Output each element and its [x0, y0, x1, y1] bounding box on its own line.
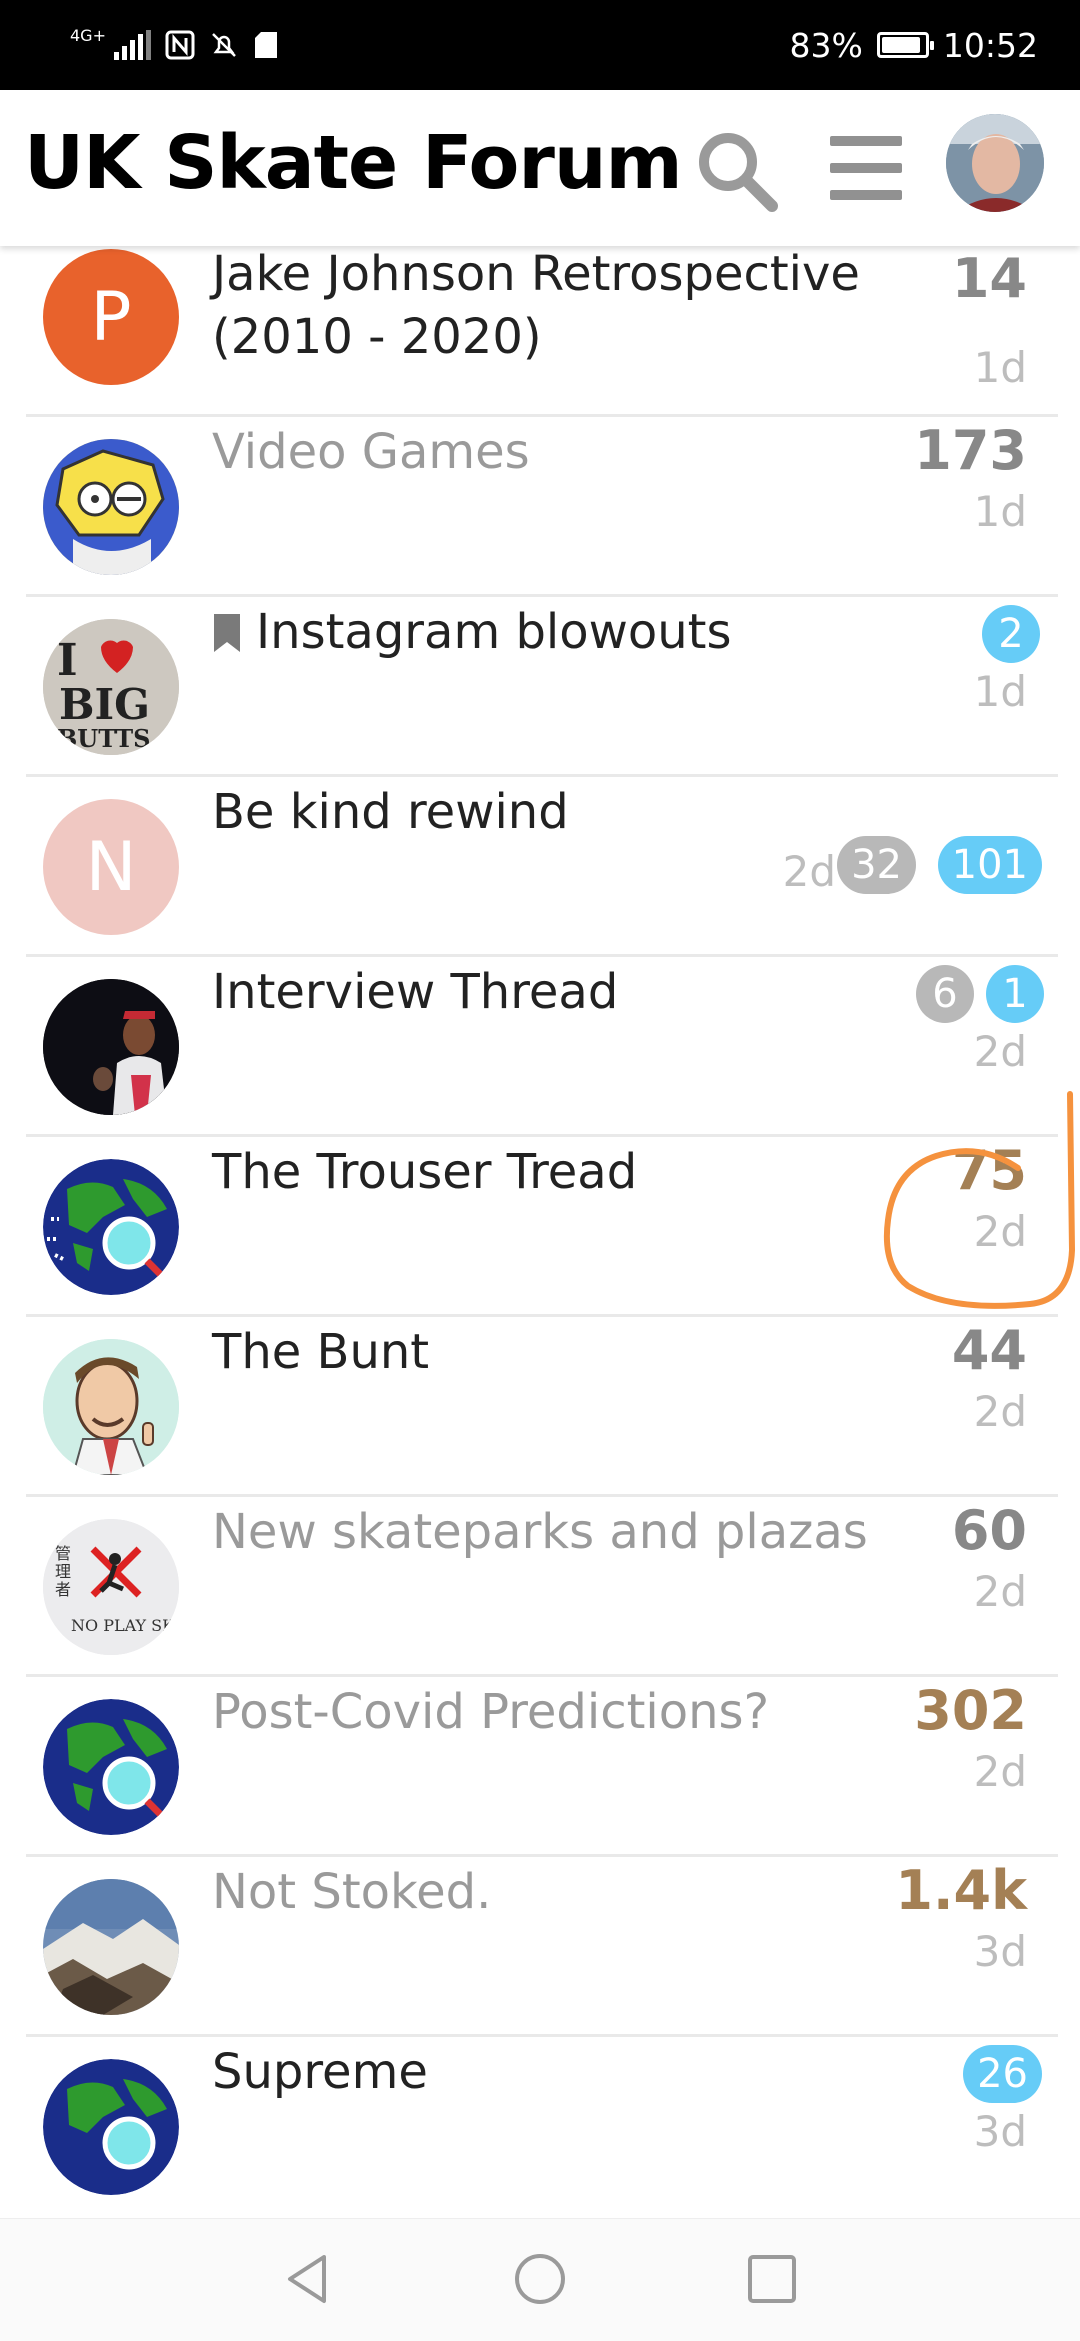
activity-time: 1d — [973, 667, 1027, 716]
topic-title[interactable]: Not Stoked. — [212, 1861, 892, 1924]
avatar-letter: P — [90, 277, 132, 357]
simpsons-avatar-image — [43, 439, 179, 575]
svg-text:者: 者 — [55, 1580, 71, 1599]
topic-row[interactable]: The Trouser Tread 75 2d — [0, 1137, 1080, 1317]
no-skateboard-sign-avatar-image: 管 理 者 NO PLAY SKATEBOARD — [43, 1519, 179, 1655]
globe-avatar-image — [43, 1159, 179, 1295]
activity-time: 2d — [973, 1747, 1027, 1796]
new-posts-badge[interactable]: 2 — [982, 605, 1040, 663]
recents-icon[interactable] — [742, 2249, 802, 2309]
user-avatar-image — [946, 114, 1044, 212]
battery-percent: 83% — [789, 25, 863, 65]
clock: 10:52 — [942, 25, 1038, 65]
topic-row[interactable]: Supreme 26 3d — [0, 2037, 1080, 2217]
interview-avatar-image — [43, 979, 179, 1115]
activity-time: 1d — [973, 343, 1027, 392]
back-icon[interactable] — [278, 2249, 338, 2309]
topic-title[interactable]: The Trouser Tread — [212, 1141, 892, 1204]
hamburger-menu-icon[interactable] — [826, 130, 906, 210]
reply-count[interactable]: 44 — [952, 1319, 1027, 1382]
activity-time: 3d — [973, 2107, 1027, 2156]
bookmark-icon — [214, 614, 240, 652]
topic-row[interactable]: Video Games 173 1d — [0, 417, 1080, 597]
topic-row[interactable]: Not Stoked. 1.4k 3d — [0, 1857, 1080, 2037]
battery-icon — [876, 32, 934, 58]
topic-row[interactable]: The Bunt 44 2d — [0, 1317, 1080, 1497]
topic-row[interactable]: Interview Thread 6 1 2d — [0, 957, 1080, 1137]
unread-posts-badge[interactable]: 32 — [837, 836, 916, 894]
svg-text:I: I — [57, 635, 78, 686]
activity-time: 3d — [973, 1927, 1027, 1976]
reply-count[interactable]: 14 — [952, 247, 1027, 310]
activity-time: 2d — [973, 1567, 1027, 1616]
topic-title[interactable]: The Bunt — [212, 1321, 892, 1384]
nfc-icon — [165, 30, 195, 60]
topic-avatar[interactable] — [43, 1339, 179, 1475]
reply-count[interactable]: 60 — [952, 1499, 1027, 1562]
avatar-letter: N — [85, 827, 137, 907]
topic-avatar[interactable] — [43, 2059, 179, 2195]
topic-row[interactable]: P Jake Johnson Retrospective (2010 - 202… — [0, 246, 1080, 417]
search-icon[interactable] — [692, 126, 782, 216]
topic-avatar[interactable] — [43, 439, 179, 575]
svg-text:BIG: BIG — [59, 680, 150, 729]
topic-avatar[interactable] — [43, 979, 179, 1115]
i-love-big-butts-avatar-image: I BIG BUTTS — [43, 619, 179, 755]
topic-title[interactable]: Supreme — [212, 2041, 892, 2104]
status-bar: 4G+ 83% 10:52 — [0, 0, 1080, 90]
topic-title: Instagram blowouts — [256, 604, 732, 660]
network-type: 4G+ — [70, 26, 106, 45]
mountain-photo-avatar-image — [43, 1879, 179, 2015]
topic-row[interactable]: I BIG BUTTS Instagram blowouts 2 1d — [0, 597, 1080, 777]
topic-avatar[interactable]: P — [43, 249, 179, 385]
globe-avatar-image — [43, 2059, 179, 2195]
topic-avatar[interactable]: I BIG BUTTS — [43, 619, 179, 755]
activity-time: 1d — [973, 487, 1027, 536]
svg-text:管: 管 — [55, 1544, 71, 1563]
topic-row[interactable]: Post-Covid Predictions? 302 2d — [0, 1677, 1080, 1857]
topic-row[interactable]: 管 理 者 NO PLAY SKATEBOARD New skateparks … — [0, 1497, 1080, 1677]
avatar-caption: NO PLAY SKATEBOARD — [71, 1616, 179, 1635]
topic-avatar[interactable]: 管 理 者 NO PLAY SKATEBOARD — [43, 1519, 179, 1655]
signal-icon — [113, 30, 151, 60]
topic-avatar[interactable] — [43, 1879, 179, 2015]
new-posts-badge[interactable]: 1 — [986, 965, 1044, 1023]
system-navigation-bar — [0, 2218, 1080, 2341]
activity-time: 2d — [973, 1387, 1027, 1436]
svg-text:理: 理 — [55, 1562, 71, 1581]
forum-title[interactable]: UK Skate Forum — [24, 120, 683, 206]
new-posts-badge[interactable]: 101 — [937, 836, 1042, 894]
reply-count[interactable]: 75 — [952, 1139, 1027, 1202]
mute-bell-icon — [212, 33, 236, 57]
topic-row[interactable]: N Be kind rewind 2d 32 101 — [0, 777, 1080, 957]
sd-card-icon — [254, 32, 277, 58]
activity-time: 2d — [973, 1027, 1027, 1076]
topic-list: P Jake Johnson Retrospective (2010 - 202… — [0, 246, 1080, 2218]
topic-title[interactable]: New skateparks and plazas — [212, 1501, 892, 1564]
svg-text:BUTTS: BUTTS — [57, 724, 150, 753]
topic-title[interactable]: Post-Covid Predictions? — [212, 1681, 892, 1744]
unread-posts-badge[interactable]: 6 — [916, 965, 974, 1023]
new-posts-badge[interactable]: 26 — [963, 2045, 1042, 2103]
activity-time: 2d — [973, 1207, 1027, 1256]
reply-count[interactable]: 173 — [914, 419, 1027, 482]
topic-avatar[interactable]: N — [43, 799, 179, 935]
forum-header: UK Skate Forum — [0, 90, 1080, 246]
topic-title-wrapper[interactable]: Instagram blowouts — [212, 601, 892, 664]
user-avatar[interactable] — [946, 114, 1044, 212]
activity-time: 2d — [782, 847, 836, 896]
globe-avatar-image — [43, 1699, 179, 1835]
topic-title[interactable]: Jake Johnson Retrospective (2010 - 2020) — [212, 246, 932, 369]
topic-avatar[interactable] — [43, 1159, 179, 1295]
topic-avatar[interactable] — [43, 1699, 179, 1835]
topic-title[interactable]: Interview Thread — [212, 961, 892, 1024]
home-icon[interactable] — [510, 2249, 570, 2309]
reply-count[interactable]: 302 — [914, 1679, 1027, 1742]
topic-title[interactable]: Be kind rewind — [212, 781, 892, 844]
topic-title[interactable]: Video Games — [212, 421, 892, 484]
reply-count[interactable]: 1.4k — [895, 1859, 1027, 1922]
caricature-avatar-image — [43, 1339, 179, 1475]
